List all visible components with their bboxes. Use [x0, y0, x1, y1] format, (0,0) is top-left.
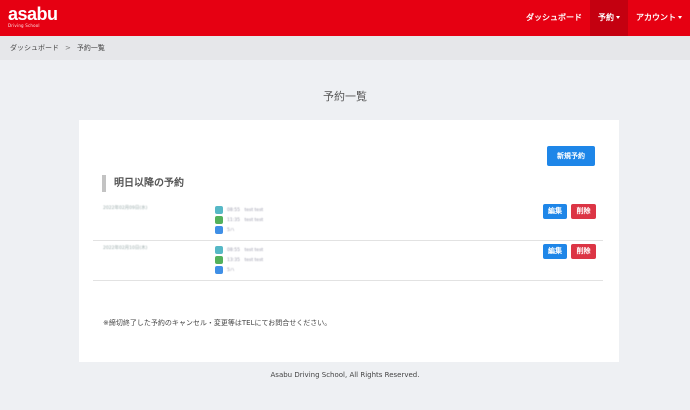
schedule-item: 13:35 test test [215, 255, 263, 265]
nav-dashboard-label: ダッシュボード [526, 13, 582, 22]
schedule-text: 5ハ [227, 268, 235, 273]
schedule-text: 5ハ [227, 228, 235, 233]
schedule-text: 13:35 test test [227, 258, 264, 263]
new-reservation-button[interactable]: 新規予約 [547, 146, 595, 166]
caret-down-icon [616, 16, 620, 19]
section-title: 明日以降の予約 [102, 175, 184, 192]
schedule-text: 08:55 test test [227, 208, 264, 213]
top-navbar: asabu Driving School ダッシュボード 予約 アカウント [0, 0, 690, 36]
blue-square-icon [215, 266, 223, 274]
logo-subtext: Driving School [8, 23, 40, 28]
nav-reservation-dropdown[interactable]: 予約 [590, 0, 628, 36]
page-title: 予約一覧 [323, 90, 367, 103]
schedule-item: 08:55 test test [215, 245, 263, 255]
caret-down-icon [678, 16, 682, 19]
breadcrumb: ダッシュボード > 予約一覧 [0, 36, 690, 60]
teal-square-icon [215, 206, 223, 214]
schedule-text: 11:35 test test [227, 218, 264, 223]
breadcrumb-separator: > [65, 44, 71, 52]
nav-account-label: アカウント [636, 13, 676, 22]
breadcrumb-dashboard-link[interactable]: ダッシュボード [10, 43, 59, 53]
reservation-row: 2022年02月10日(木) 08:55 test test 13:35 tes… [93, 241, 603, 281]
nav-dashboard[interactable]: ダッシュボード [518, 0, 590, 36]
footer-copyright: Asabu Driving School, All Rights Reserve… [270, 371, 420, 379]
reservation-date: 2022年02月10日(木) [103, 246, 148, 251]
logo-text: asabu [8, 4, 58, 24]
schedule-item: 11:35 test test [215, 215, 263, 225]
nav-account-dropdown[interactable]: アカウント [628, 0, 690, 36]
reservation-card: 新規予約 明日以降の予約 2022年02月09日(水) 08:55 test t… [79, 120, 619, 362]
schedule-list: 08:55 test test 11:35 test test 5ハ [215, 205, 263, 235]
nav-menu: ダッシュボード 予約 アカウント [518, 0, 690, 36]
reservation-row: 2022年02月09日(水) 08:55 test test 11:35 tes… [93, 201, 603, 241]
green-square-icon [215, 256, 223, 264]
schedule-text: 08:55 test test [227, 248, 264, 253]
asabu-logo[interactable]: asabu Driving School [8, 4, 58, 28]
nav-reservation-label: 予約 [598, 13, 614, 22]
breadcrumb-current: 予約一覧 [76, 44, 105, 52]
green-square-icon [215, 216, 223, 224]
schedule-item: 08:55 test test [215, 205, 263, 215]
edit-button[interactable]: 編集 [543, 204, 567, 219]
reservation-date: 2022年02月09日(水) [103, 206, 148, 211]
schedule-list: 08:55 test test 13:35 test test 5ハ [215, 245, 263, 275]
cancellation-note: ※締切終了した予約のキャンセル・変更等はTELにてお問合せください。 [103, 319, 332, 327]
blue-square-icon [215, 226, 223, 234]
edit-button[interactable]: 編集 [543, 244, 567, 259]
schedule-item: 5ハ [215, 225, 263, 235]
schedule-item: 5ハ [215, 265, 263, 275]
teal-square-icon [215, 246, 223, 254]
delete-button[interactable]: 削除 [571, 244, 596, 259]
delete-button[interactable]: 削除 [571, 204, 596, 219]
